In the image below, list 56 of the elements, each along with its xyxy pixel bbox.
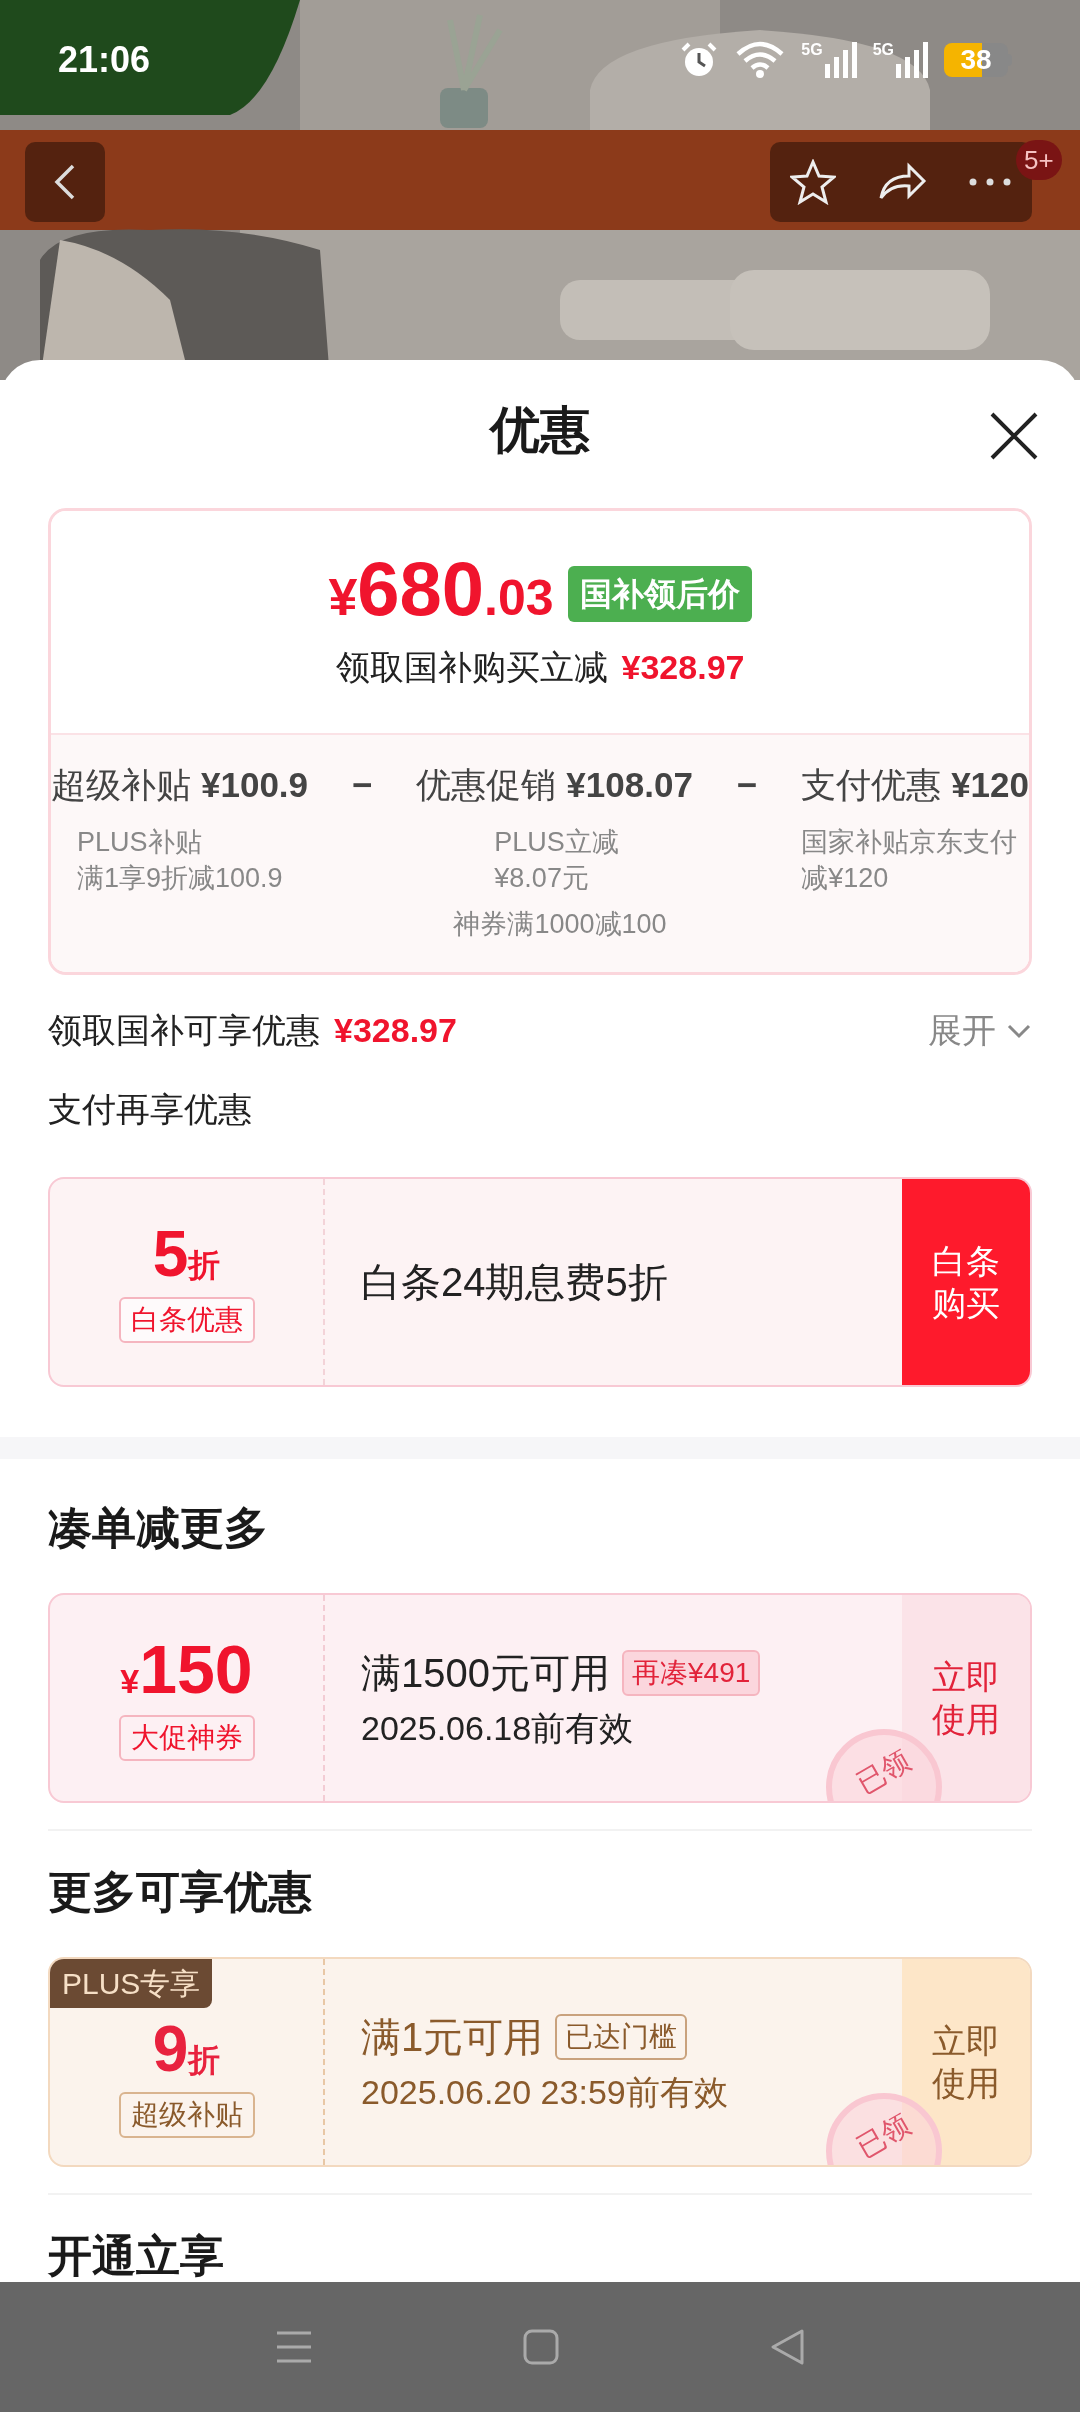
discount-amount: ¥120 [951, 764, 1029, 806]
section-title: 凑单减更多 [48, 1502, 269, 1554]
back-button[interactable] [25, 142, 105, 222]
sheet-title: 优惠 [490, 400, 590, 460]
section-label: 支付再享优惠 [48, 1089, 253, 1130]
price: ¥680.03 [328, 551, 554, 633]
discount-label: 支付优惠 [801, 764, 942, 806]
signal-indicator: 5G [872, 42, 928, 78]
discount-detail: 减¥120 [801, 861, 890, 895]
close-button[interactable] [988, 410, 1040, 462]
price-tag: 国补领后价 [567, 565, 752, 622]
subsidy-label: 领取国补可享优惠 [48, 1010, 320, 1051]
share-icon[interactable] [877, 162, 927, 202]
plus-ribbon: PLUS专享 [50, 1959, 213, 2008]
coupon-validity: 2025.06.20 23:59前有效 [361, 2071, 729, 2113]
discount-detail: PLUS立减 [494, 825, 620, 859]
discount-detail: PLUS补贴 [77, 825, 203, 859]
section-title: 更多可享优惠 [48, 1866, 313, 1918]
coupon-tag: 超级补贴 [118, 2091, 255, 2138]
battery-indicator: 38 [944, 43, 1012, 77]
saving-amount: ¥328.97 [621, 647, 745, 688]
discount-amount: ¥108.07 [566, 764, 693, 806]
saving-label: 领取国补购买立减 [335, 647, 608, 688]
home-icon[interactable] [523, 2329, 559, 2365]
coupon-badge: 再凑¥491 [622, 1649, 761, 1696]
discount-amount: ¥100.9 [201, 764, 309, 806]
section-title: 开通立享 [48, 2230, 225, 2282]
coupon-value: ¥150 [120, 1635, 253, 1707]
back-icon[interactable] [769, 2328, 805, 2366]
more-icon[interactable] [967, 177, 1012, 187]
discount-detail: 满1享9折减100.9 [77, 861, 284, 895]
coupon-value: 9折 [152, 2016, 221, 2084]
star-icon[interactable] [790, 159, 837, 205]
offer-description: 白条24期息费5折 [361, 1259, 668, 1306]
wifi-icon [735, 40, 786, 80]
coupon-validity: 2025.06.18前有效 [361, 1707, 635, 1749]
discount-label: 超级补贴 [51, 764, 191, 806]
expand-toggle[interactable]: 展开 [928, 1005, 1032, 1056]
discount-detail: 国家补贴京东支付 [801, 825, 1019, 859]
discount-label: 优惠促销 [416, 764, 557, 806]
offer-tag: 白条优惠 [118, 1296, 255, 1343]
chevron-left-icon [53, 162, 77, 202]
baitiao-buy-button[interactable]: 白条购买 [902, 1179, 1030, 1385]
coupon-condition: 满1元可用 [361, 2013, 544, 2061]
discount-detail: 神券满1000减100 [452, 907, 667, 941]
minus-sign: − [351, 764, 373, 806]
status-time: 21:06 [58, 38, 151, 82]
discount-detail: ¥8.07元 [494, 861, 590, 895]
minus-sign: − [736, 764, 758, 806]
caret-down-icon [1006, 1022, 1032, 1039]
subsidy-amount: ¥328.97 [334, 1010, 457, 1051]
coupon-badge: 已达门槛 [555, 2013, 688, 2060]
signal-indicator: 5G [801, 42, 857, 78]
coupon-tag: 大促神券 [118, 1715, 255, 1761]
discount-value: 5折 [152, 1221, 221, 1289]
coupon-condition: 满1500元可用 [361, 1649, 610, 1697]
